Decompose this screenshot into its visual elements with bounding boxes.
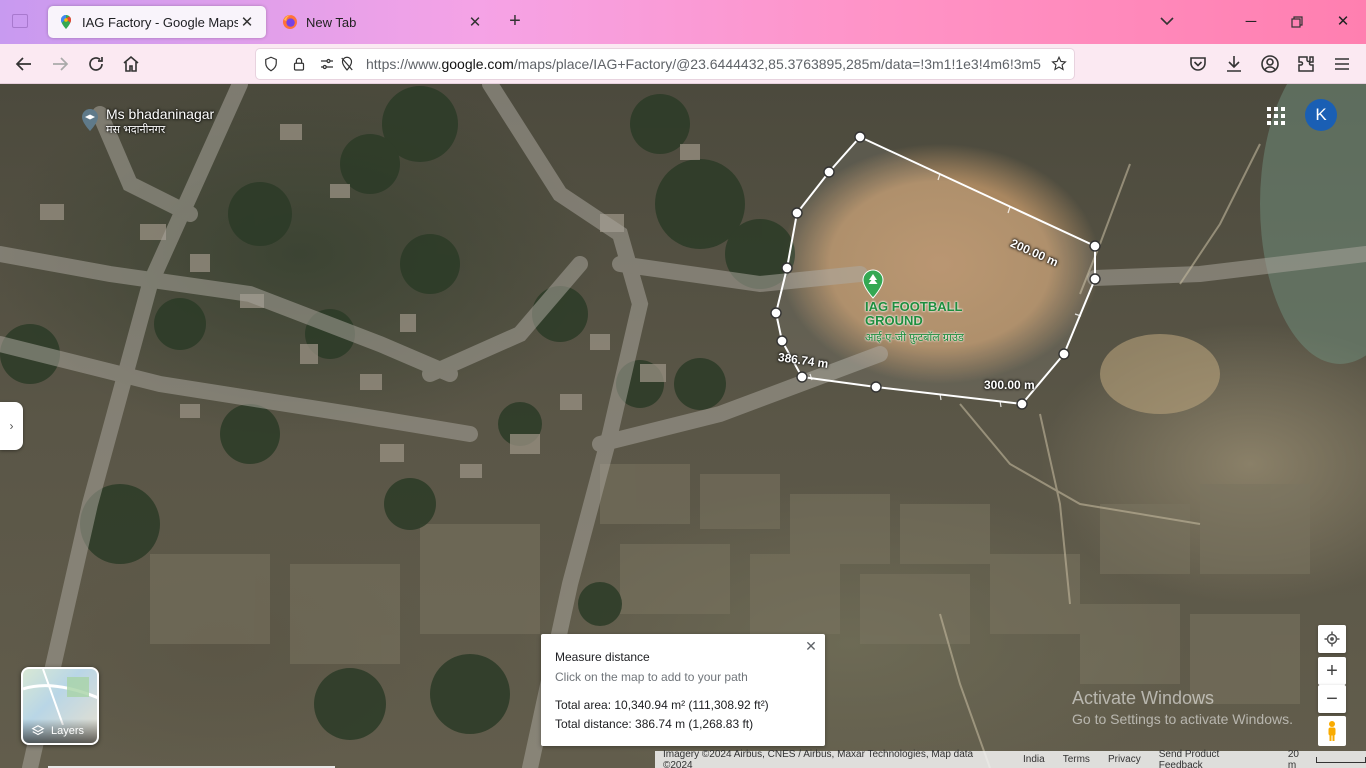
- google-apps-icon[interactable]: [1264, 104, 1288, 128]
- place-label-local: मस भदानीनगर: [106, 124, 166, 136]
- my-location-icon: [1324, 631, 1340, 647]
- privacy-link[interactable]: Privacy: [1108, 754, 1141, 765]
- segment-distance-label: 300.00 m: [984, 378, 1035, 392]
- imagery-attribution: Imagery ©2024 Airbus, CNES / Airbus, Max…: [663, 748, 974, 768]
- park-pin-icon[interactable]: [862, 269, 884, 299]
- poi-title-line2: GROUND: [865, 313, 923, 328]
- layers-label: Layers: [23, 719, 97, 743]
- total-area: Total area: 10,340.94 m² (111,308.92 ft²…: [555, 698, 769, 712]
- chevron-right-icon: ›: [9, 419, 14, 433]
- tab-close-icon[interactable]: ✕: [238, 13, 256, 31]
- downloads-icon[interactable]: [1222, 52, 1246, 76]
- watermark-line1: Activate Windows: [1072, 688, 1215, 708]
- scale-text: 20 m: [1287, 748, 1299, 768]
- sidebar-toggle-icon[interactable]: [12, 14, 28, 28]
- zoom-out-button[interactable]: −: [1318, 685, 1346, 713]
- permissions-icon[interactable]: [318, 55, 336, 73]
- tab-new-tab[interactable]: New Tab ✕: [272, 6, 494, 38]
- poi-title-line1: IAG FOOTBALL: [865, 299, 963, 314]
- windows-activation-watermark: Activate Windows Go to Settings to activ…: [1072, 688, 1293, 727]
- minimize-icon[interactable]: ─: [1239, 10, 1263, 34]
- url-path: /maps/place/IAG+Factory/@23.6444432,85.3…: [513, 56, 1041, 72]
- terms-link[interactable]: Terms: [1063, 754, 1090, 765]
- close-window-icon[interactable]: ✕: [1331, 10, 1355, 34]
- total-distance: Total distance: 386.74 m (1,268.83 ft): [555, 717, 754, 731]
- menu-hamburger-icon[interactable]: [1330, 52, 1354, 76]
- measure-hint: Click on the map to add to your path: [555, 670, 748, 684]
- close-icon[interactable]: ✕: [803, 638, 819, 654]
- url-domain: google.com: [441, 56, 514, 72]
- pegman-icon: [1328, 721, 1336, 741]
- layers-button[interactable]: Layers: [21, 667, 99, 745]
- scale-bar: [1316, 756, 1366, 763]
- pocket-icon[interactable]: [1186, 52, 1210, 76]
- layers-text: Layers: [51, 725, 85, 737]
- region-link[interactable]: India: [1023, 754, 1045, 765]
- reload-icon[interactable]: [84, 52, 108, 76]
- watermark-line2: Go to Settings to activate Windows.: [1072, 711, 1293, 727]
- url-prefix: https://www.: [366, 56, 442, 72]
- layers-icon: [31, 725, 45, 736]
- home-icon[interactable]: [119, 52, 143, 76]
- map-footer: Imagery ©2024 Airbus, CNES / Airbus, Max…: [655, 748, 1366, 768]
- layers-map-thumbnail: [23, 669, 97, 725]
- lock-icon[interactable]: [290, 55, 308, 73]
- tab-google-maps[interactable]: IAG Factory - Google Maps ✕: [48, 6, 266, 38]
- forward-arrow-icon[interactable]: [48, 52, 72, 76]
- zoom-in-button[interactable]: +: [1318, 657, 1346, 685]
- tab-title: New Tab: [306, 14, 357, 30]
- new-tab-button[interactable]: +: [504, 11, 526, 33]
- school-icon[interactable]: [80, 108, 100, 132]
- expand-side-panel-button[interactable]: ›: [0, 402, 23, 450]
- url-text: https://www.google.com/maps/place/IAG+Fa…: [366, 56, 1046, 72]
- account-icon[interactable]: [1258, 52, 1282, 76]
- extensions-icon[interactable]: [1294, 52, 1318, 76]
- measure-title: Measure distance: [555, 650, 650, 664]
- tab-close-icon[interactable]: ✕: [466, 13, 484, 31]
- my-location-button[interactable]: [1318, 625, 1346, 653]
- tab-bar: IAG Factory - Google Maps ✕ New Tab ✕ + …: [0, 0, 1366, 44]
- scale-control[interactable]: 20 m: [1288, 749, 1366, 768]
- account-avatar[interactable]: K: [1305, 99, 1337, 131]
- poi-football-ground-subtitle: आई-ए-जी फ़ुटबॉल ग्राउंड: [865, 332, 964, 344]
- plus-icon: +: [1326, 659, 1338, 682]
- tab-title: IAG Factory - Google Maps: [82, 14, 238, 30]
- chevron-down-icon[interactable]: [1157, 11, 1177, 31]
- location-blocked-icon[interactable]: [338, 55, 356, 73]
- navigation-toolbar: https://www.google.com/maps/place/IAG+Fa…: [0, 44, 1366, 84]
- poi-football-ground-title[interactable]: IAG FOOTBALL GROUND: [865, 300, 963, 328]
- shield-icon[interactable]: [262, 55, 280, 73]
- place-label-ms-bhadaninagar[interactable]: Ms bhadaninagar: [106, 106, 214, 122]
- firefox-icon: [283, 15, 297, 29]
- address-bar[interactable]: https://www.google.com/maps/place/IAG+Fa…: [256, 49, 1074, 79]
- measure-distance-card: ✕ Measure distance Click on the map to a…: [541, 634, 825, 746]
- satellite-map[interactable]: Ms bhadaninagar मस भदानीनगर IAG FOOTBALL…: [0, 84, 1366, 768]
- restore-icon[interactable]: [1285, 10, 1309, 34]
- google-maps-pin-icon: [61, 15, 71, 29]
- back-arrow-icon[interactable]: [12, 52, 36, 76]
- street-view-pegman[interactable]: [1318, 716, 1346, 746]
- bookmark-star-icon[interactable]: [1050, 55, 1068, 73]
- feedback-link[interactable]: Send Product Feedback: [1159, 749, 1266, 768]
- minus-icon: −: [1326, 687, 1338, 710]
